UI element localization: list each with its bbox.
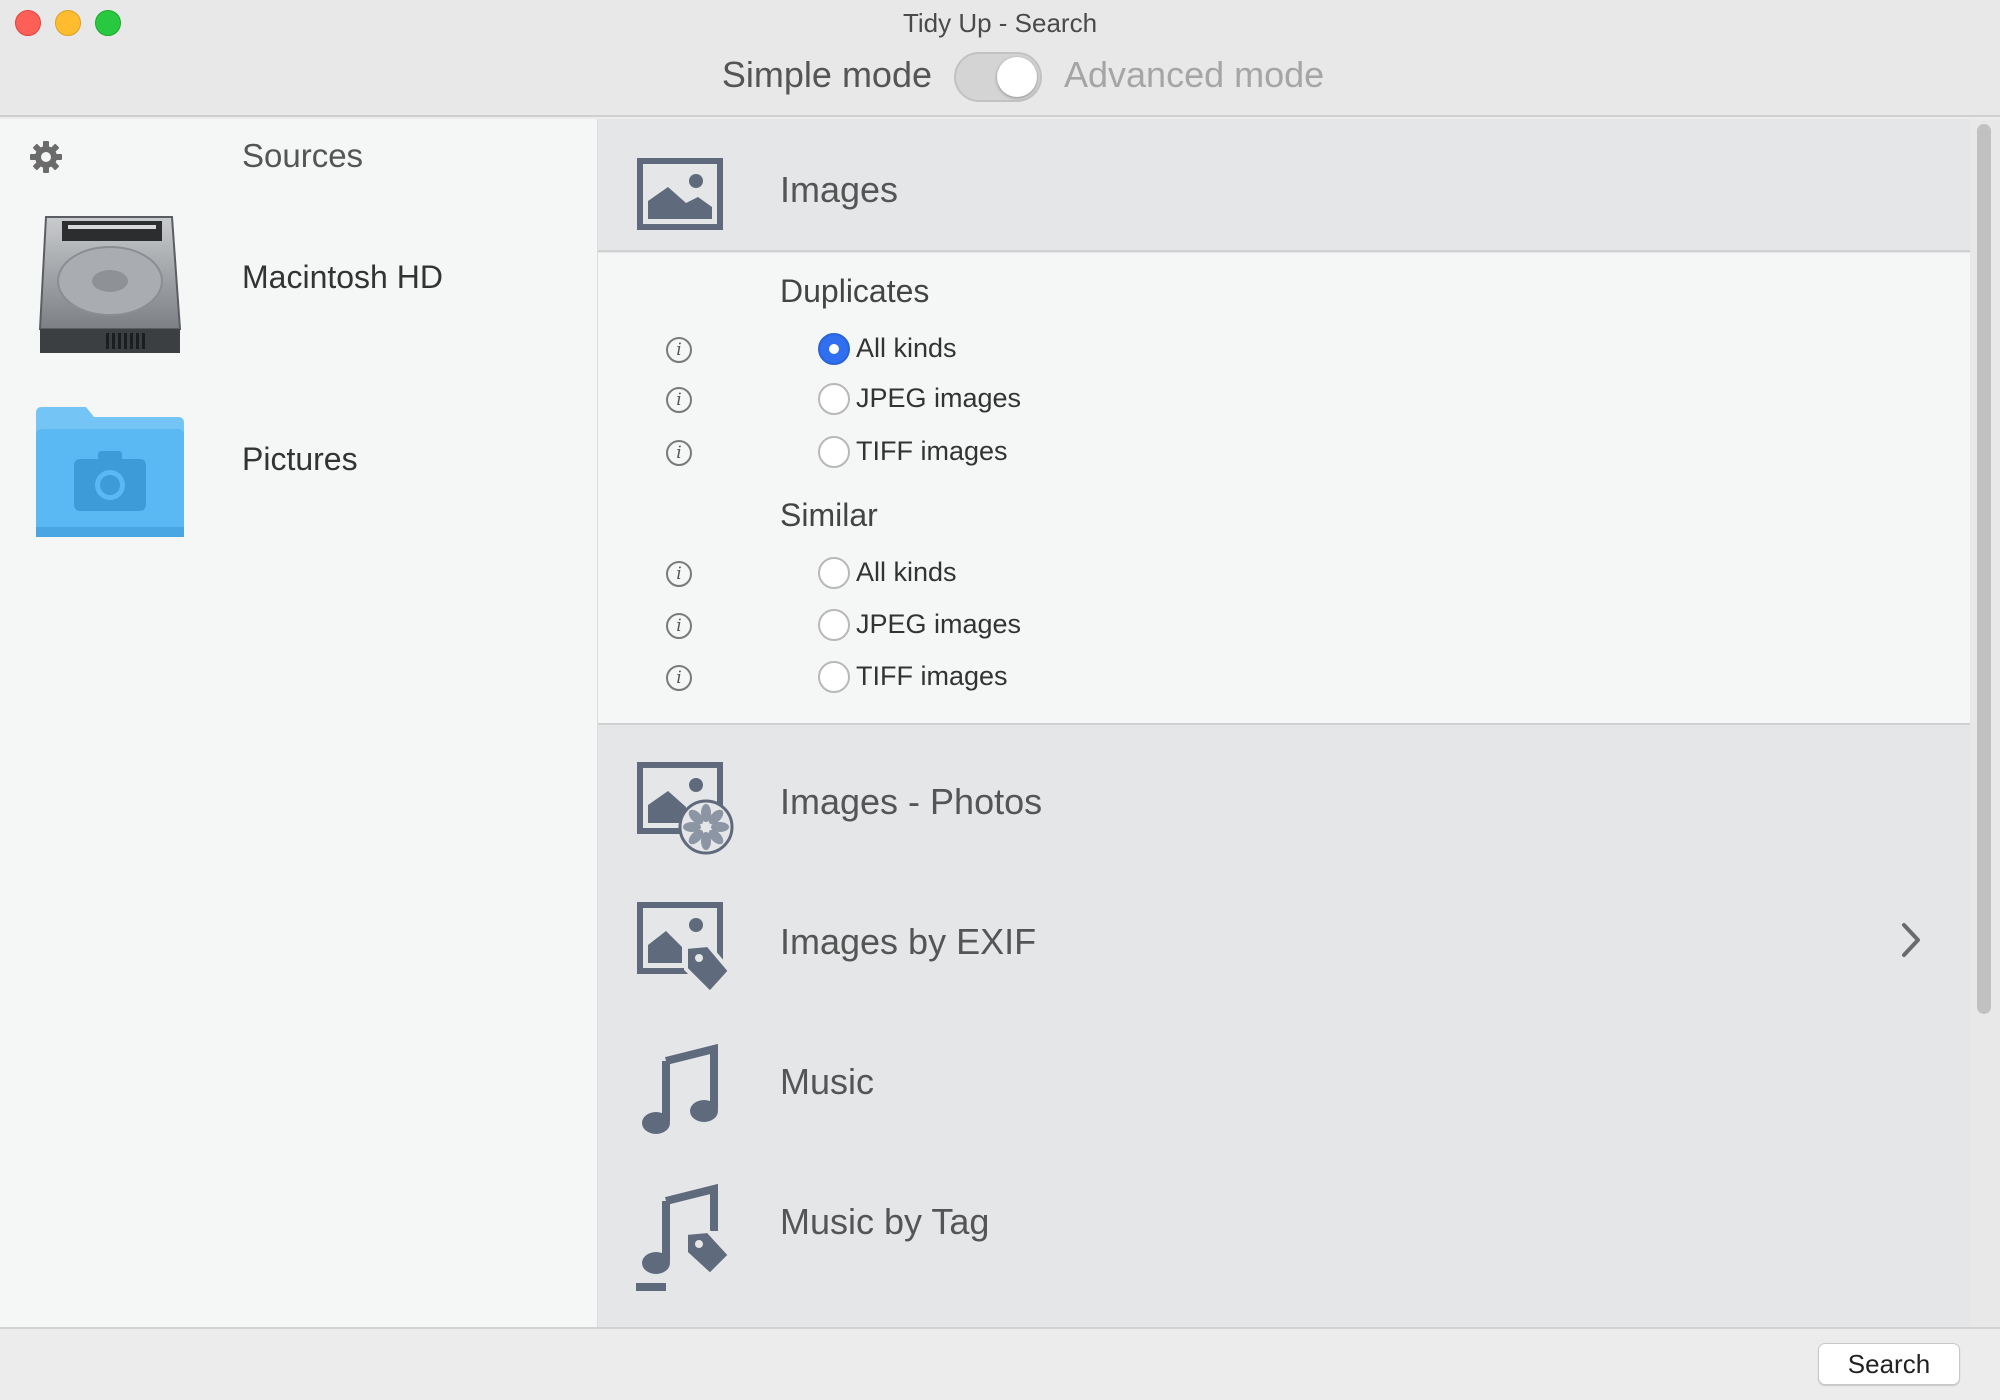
category-images[interactable]: Images: [598, 119, 1970, 252]
option-label: TIFF images: [856, 436, 1008, 466]
image-icon: [637, 158, 723, 230]
category-label: Music: [780, 1061, 875, 1102]
bottom-bar: Search: [0, 1327, 2000, 1400]
option-row: i JPEG images: [598, 381, 1398, 425]
option-label: JPEG images: [856, 609, 1022, 639]
music-tag-icon: [642, 1183, 733, 1278]
sources-header: Sources: [242, 137, 364, 174]
info-icon[interactable]: i: [666, 440, 692, 466]
category-next-partial: [598, 1283, 1970, 1327]
category-music-by-tag[interactable]: Music by Tag: [598, 1145, 1970, 1285]
mode-toggle-knob: [997, 57, 1037, 97]
search-categories: Images Duplicates i All kinds i JPEG ima…: [598, 119, 1970, 1327]
category-label: Images by EXIF: [780, 921, 1037, 962]
search-button[interactable]: Search: [1818, 1343, 1960, 1385]
category-images-photos[interactable]: Images - Photos: [598, 725, 1970, 865]
category-label: Images: [780, 169, 899, 210]
duplicates-jpeg-radio[interactable]: [818, 383, 850, 415]
option-label: JPEG images: [856, 383, 1022, 413]
scrollbar-thumb[interactable]: [1977, 124, 1991, 1014]
title-bar: Tidy Up - Search Simple mode Advanced mo…: [0, 0, 2000, 117]
source-pictures[interactable]: Pictures: [0, 399, 598, 559]
option-row: i TIFF images: [598, 434, 1398, 478]
duplicates-heading: Duplicates: [780, 273, 930, 309]
advanced-mode-label[interactable]: Advanced mode: [1064, 54, 1324, 96]
category-images-by-exif[interactable]: Images by EXIF: [598, 865, 1970, 1005]
sources-sidebar: Sources Macintosh HD Pictures: [0, 119, 598, 1327]
option-row: i JPEG images: [598, 607, 1398, 651]
image-photos-icon: [637, 762, 734, 855]
source-name: Pictures: [242, 441, 358, 477]
category-music[interactable]: Music: [598, 1005, 1970, 1145]
mode-toggle[interactable]: [954, 52, 1042, 102]
app-window: Tidy Up - Search Simple mode Advanced mo…: [0, 0, 2000, 1400]
option-label: All kinds: [856, 333, 957, 363]
similar-all-kinds-radio[interactable]: [818, 557, 850, 589]
source-macintosh-hd[interactable]: Macintosh HD: [0, 209, 598, 369]
similar-heading: Similar: [780, 497, 878, 533]
option-label: All kinds: [856, 557, 957, 587]
vertical-scrollbar[interactable]: [1970, 119, 2000, 1327]
category-label: Images - Photos: [780, 781, 1043, 822]
simple-mode-label[interactable]: Simple mode: [722, 54, 932, 96]
chevron-right-icon[interactable]: [1896, 915, 1926, 965]
similar-jpeg-radio[interactable]: [818, 609, 850, 641]
info-icon[interactable]: i: [666, 613, 692, 639]
info-icon[interactable]: i: [666, 337, 692, 363]
option-label: TIFF images: [856, 661, 1008, 691]
option-row: i All kinds: [598, 555, 1398, 599]
pictures-folder-icon: [36, 407, 184, 537]
mode-switcher: Simple mode Advanced mode: [0, 52, 2000, 102]
duplicates-tiff-radio[interactable]: [818, 436, 850, 468]
hard-drive-icon: [38, 216, 182, 353]
gear-icon[interactable]: [28, 139, 64, 175]
images-options-panel: Duplicates i All kinds i JPEG images i T…: [598, 253, 1970, 725]
option-row: i All kinds: [598, 331, 1398, 375]
info-icon[interactable]: i: [666, 561, 692, 587]
similar-tiff-radio[interactable]: [818, 661, 850, 693]
duplicates-all-kinds-radio[interactable]: [818, 333, 850, 365]
window-title: Tidy Up - Search: [902, 8, 1098, 38]
image-tag-icon: [637, 902, 733, 996]
info-icon[interactable]: i: [666, 387, 692, 413]
category-label: Music by Tag: [780, 1201, 990, 1242]
info-icon[interactable]: i: [666, 665, 692, 691]
source-name: Macintosh HD: [242, 259, 443, 295]
partial-icon: [636, 1283, 666, 1291]
music-note-icon: [642, 1043, 718, 1134]
option-row: i TIFF images: [598, 659, 1398, 703]
